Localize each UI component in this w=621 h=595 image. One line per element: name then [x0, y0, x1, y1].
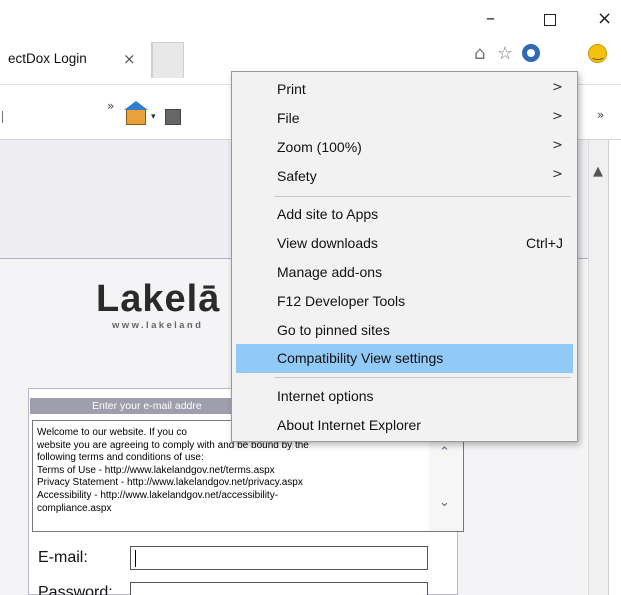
tab-close-icon[interactable]: × — [123, 50, 136, 68]
chevron-more-icon[interactable]: » — [597, 108, 604, 122]
home-icon[interactable]: ⌂ — [474, 43, 485, 64]
window-edge — [608, 140, 621, 595]
smiley-icon[interactable] — [588, 44, 607, 63]
menu-item-f12-developer-tools[interactable]: F12 Developer Tools — [236, 287, 573, 316]
menu-item-label: F12 Developer Tools — [277, 293, 406, 309]
menu-item-label: Compatibility View settings — [277, 350, 444, 366]
lakeland-logo: Lakelā — [96, 278, 221, 320]
maximize-button[interactable] — [544, 14, 556, 26]
star-icon[interactable]: ☆ — [497, 43, 513, 64]
page-scrollbar[interactable]: ▲ — [588, 140, 608, 595]
menu-item-go-to-pinned-sites[interactable]: Go to pinned sites — [236, 316, 573, 345]
chevron-right-icon: > — [552, 109, 563, 124]
email-label: E-mail: — [38, 549, 88, 566]
menu-item-add-site-to-apps[interactable]: Add site to Apps — [236, 200, 573, 229]
scroll-up-icon[interactable]: ▲ — [593, 164, 603, 179]
password-field[interactable] — [130, 582, 428, 595]
chevron-down-icon[interactable]: ▾ — [151, 112, 156, 122]
chevron-right-icon: > — [552, 138, 563, 153]
menu-item-label: Add site to Apps — [277, 206, 379, 222]
menu-item-compatibility-view-settings[interactable]: Compatibility View settings — [236, 344, 573, 373]
chevron-more-icon[interactable]: » — [107, 99, 114, 113]
menu-item-label: About Internet Explorer — [277, 417, 421, 433]
tools-menu: Print > File > Zoom (100%) > Safety > Ad… — [231, 71, 578, 442]
close-window-button[interactable]: × — [597, 8, 612, 29]
menu-item-about-internet-explorer[interactable]: About Internet Explorer — [236, 411, 573, 440]
tab-login[interactable]: ectDox Login × — [0, 42, 152, 78]
menu-item-label: Internet options — [277, 388, 374, 404]
menu-item-label: Print — [277, 81, 306, 97]
menu-item-manage-add-ons[interactable]: Manage add-ons — [236, 258, 573, 287]
address-bar-edge — [2, 111, 3, 123]
terms-line: Privacy Statement - http://www.lakelandg… — [37, 477, 303, 489]
password-label: Password: — [38, 584, 113, 595]
menu-separator — [274, 196, 571, 197]
home-page-icon[interactable] — [124, 101, 148, 125]
menu-item-file[interactable]: File > — [236, 104, 573, 133]
terms-line: compliance.aspx — [37, 502, 112, 514]
menu-item-label: View downloads — [277, 235, 378, 251]
menu-separator — [274, 377, 571, 378]
feeds-icon[interactable] — [165, 109, 181, 125]
tab-title: ectDox Login — [8, 51, 87, 66]
terms-line: Accessibility - http://www.lakelandgov.n… — [37, 489, 279, 501]
menu-item-label: Go to pinned sites — [277, 322, 390, 338]
chevron-right-icon: > — [552, 80, 563, 95]
logo-url: www.lakeland — [112, 320, 204, 331]
terms-line: following terms and conditions of use: — [37, 452, 204, 464]
menu-item-zoom[interactable]: Zoom (100%) > — [236, 133, 573, 162]
menu-item-internet-options[interactable]: Internet options — [236, 382, 573, 411]
chevron-down-icon[interactable]: ⌄ — [439, 495, 450, 510]
menu-item-label: Zoom (100%) — [277, 139, 362, 155]
terms-line: Terms of Use - http://www.lakelandgov.ne… — [37, 464, 275, 476]
text-caret — [135, 550, 136, 567]
menu-item-shortcut: Ctrl+J — [526, 235, 563, 251]
menu-item-view-downloads[interactable]: View downloads Ctrl+J — [236, 229, 573, 258]
menu-item-label: Safety — [277, 168, 317, 184]
menu-item-print[interactable]: Print > — [236, 75, 573, 104]
gear-icon[interactable] — [522, 44, 540, 62]
chevron-up-icon[interactable]: ⌃ — [439, 445, 450, 460]
menu-item-label: File — [277, 110, 300, 126]
menu-item-label: Manage add-ons — [277, 264, 383, 280]
menu-item-safety[interactable]: Safety > — [236, 162, 573, 191]
email-field[interactable] — [130, 546, 428, 570]
minimize-button[interactable]: – — [486, 8, 495, 29]
chevron-right-icon: > — [552, 167, 563, 182]
new-tab-button[interactable] — [152, 42, 184, 78]
